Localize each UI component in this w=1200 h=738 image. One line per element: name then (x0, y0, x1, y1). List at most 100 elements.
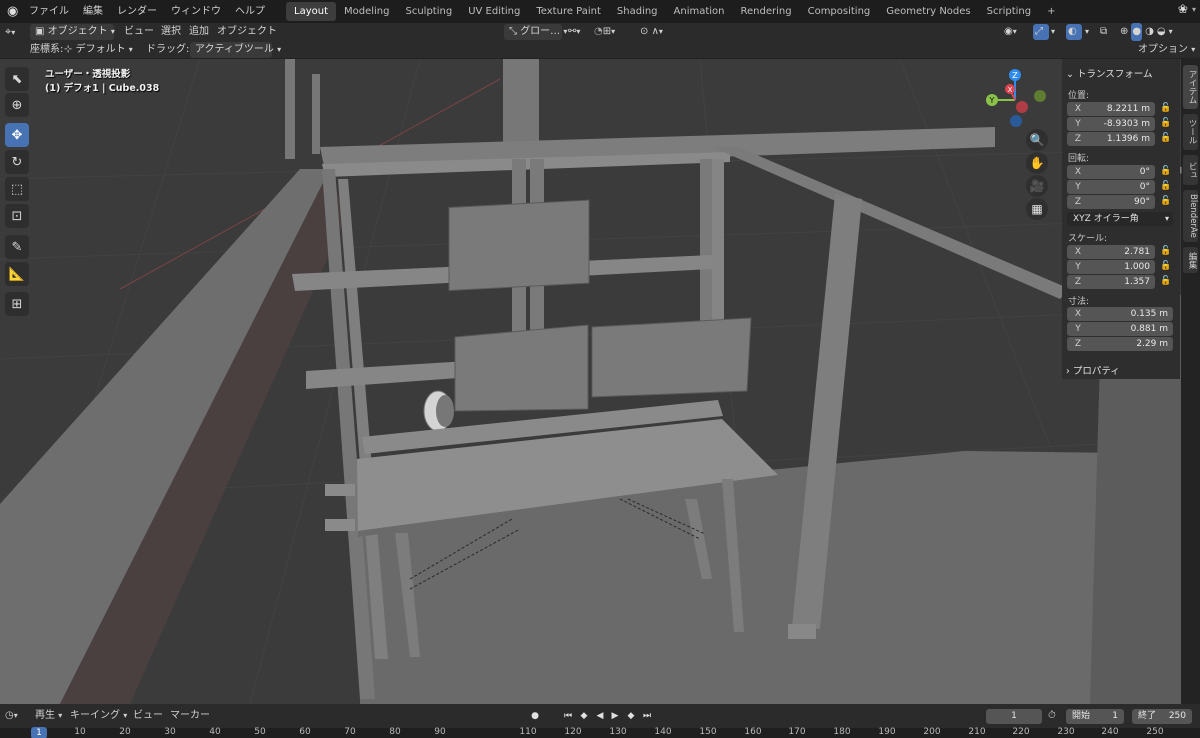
transform-tool[interactable]: ⊡ (5, 204, 29, 228)
options-dropdown[interactable]: オプション ▾ (1138, 41, 1195, 59)
lock-icon[interactable]: 🔓 (1160, 276, 1172, 288)
jump-end-button[interactable]: ⏭ (640, 710, 654, 723)
coordinate-system-dropdown[interactable]: ⊹ デフォルト ▾ (64, 41, 133, 59)
tab-scripting[interactable]: Scripting (979, 2, 1039, 21)
tab-view[interactable]: ビュー (1175, 155, 1198, 185)
rotation-x-field[interactable]: X 0° (1067, 165, 1155, 179)
menu-view[interactable]: ビュー (124, 23, 154, 41)
frame-ruler[interactable]: 1 10 20 30 40 50 60 70 80 90 110 120 130… (0, 727, 1200, 738)
chevron-down-icon[interactable]: ▾ (1169, 23, 1173, 41)
location-z-field[interactable]: Z 1.1396 m (1067, 132, 1155, 146)
navigation-gizmo[interactable]: Z Y X (980, 67, 1050, 129)
marker-menu[interactable]: マーカー (170, 704, 210, 728)
properties-section-header[interactable]: › プロパティ (1066, 363, 1120, 377)
record-button[interactable]: ● (528, 710, 542, 723)
zoom-button[interactable]: 🔍 (1026, 129, 1048, 151)
mode-selector[interactable]: ▣ オブジェクト ▾ (30, 24, 115, 40)
tab-sculpting[interactable]: Sculpting (398, 2, 461, 21)
prev-keyframe-button[interactable]: ◆ (577, 710, 591, 723)
material-shading-icon[interactable]: ◑ (1145, 23, 1154, 41)
lock-icon[interactable]: 🔓 (1160, 118, 1172, 130)
scale-x-field[interactable]: X 2.781 (1067, 245, 1155, 259)
end-frame-field[interactable]: 終了 250 (1132, 709, 1192, 724)
transform-orientation-selector[interactable]: ⤡ グロー… ▾ (504, 24, 567, 40)
timeline-editor-button[interactable]: ◷▾ (5, 704, 18, 728)
drag-dropdown[interactable]: アクティブツール ▾ (190, 42, 281, 58)
tab-texture-paint[interactable]: Texture Paint (528, 2, 609, 21)
next-keyframe-button[interactable]: ◆ (624, 710, 638, 723)
dimensions-z-field[interactable]: Z 2.29 m (1067, 337, 1173, 351)
jump-start-button[interactable]: ⏮ (561, 710, 575, 723)
menu-help[interactable]: ヘルプ (228, 0, 272, 23)
rotation-mode-dropdown[interactable]: XYZ オイラー角 ▾ (1067, 212, 1173, 226)
tab-layout[interactable]: Layout (286, 2, 336, 21)
dimensions-x-field[interactable]: X 0.135 m (1067, 307, 1173, 321)
lock-icon[interactable]: 🔓 (1160, 133, 1172, 145)
lock-icon[interactable]: 🔓 (1160, 103, 1172, 115)
play-reverse-button[interactable]: ◀ (593, 710, 607, 723)
keying-menu[interactable]: キーイング ▾ (70, 704, 127, 728)
menu-object[interactable]: オブジェクト (217, 23, 277, 41)
playback-menu[interactable]: 再生 ▾ (35, 704, 62, 728)
current-frame-field[interactable]: 1 (986, 709, 1042, 724)
visibility-button[interactable]: ◉▾ (1004, 23, 1017, 41)
tab-animation[interactable]: Animation (666, 2, 733, 21)
wireframe-shading-icon[interactable]: ⊕ (1120, 23, 1128, 41)
proportional-editing-button[interactable]: ⊙ ∧▾ (640, 23, 663, 41)
start-frame-field[interactable]: 開始 1 (1066, 709, 1124, 724)
scene-selector[interactable]: ❀ ▾ (1178, 2, 1196, 16)
scale-y-field[interactable]: Y 1.000 (1067, 260, 1155, 274)
add-workspace-button[interactable]: + (1039, 2, 1063, 21)
select-box-tool[interactable]: ⬉ (5, 67, 29, 91)
gizmo-neg-x[interactable] (1016, 101, 1028, 113)
solid-shading-icon[interactable]: ● (1131, 23, 1143, 41)
tab-compositing[interactable]: Compositing (800, 2, 879, 21)
transform-section-header[interactable]: ⌄ トランスフォーム (1066, 66, 1153, 80)
tab-edit[interactable]: 編集 (1183, 247, 1198, 273)
dimensions-y-field[interactable]: Y 0.881 m (1067, 322, 1173, 336)
current-frame-indicator[interactable]: 1 (31, 727, 47, 738)
blender-logo-icon[interactable]: ◉ (0, 0, 22, 23)
snap-button[interactable]: ◔⊞▾ (594, 23, 615, 41)
gizmo-menu-chevron-icon[interactable]: ▾ (1051, 23, 1055, 41)
menu-add[interactable]: 追加 (189, 23, 209, 41)
tab-rendering[interactable]: Rendering (733, 2, 800, 21)
tab-blenderae[interactable]: BlenderAe (1183, 190, 1198, 242)
menu-file[interactable]: ファイル (22, 0, 76, 23)
move-tool[interactable]: ✥ (5, 123, 29, 147)
play-button[interactable]: ▶ (608, 710, 622, 723)
gizmo-neg-z[interactable] (1010, 115, 1022, 127)
add-cube-tool[interactable]: ⊞ (5, 292, 29, 316)
rotation-y-field[interactable]: Y 0° (1067, 180, 1155, 194)
menu-edit[interactable]: 編集 (76, 0, 110, 23)
perspective-toggle-button[interactable]: ▦ (1026, 198, 1048, 220)
lock-icon[interactable]: 🔓 (1160, 196, 1172, 208)
overlays-toggle-button[interactable]: ◐ (1066, 24, 1082, 40)
tab-item[interactable]: アイテム (1183, 65, 1198, 109)
3d-viewport[interactable]: ユーザー・透視投影 (1) デフォ1 | Cube.038 ⬉ ⊕ ✥ ↻ ⬚ … (0, 59, 1200, 704)
lock-icon[interactable]: 🔓 (1160, 166, 1172, 178)
rotate-tool[interactable]: ↻ (5, 150, 29, 174)
menu-render[interactable]: レンダー (110, 0, 164, 23)
menu-select[interactable]: 選択 (161, 23, 181, 41)
editor-type-button[interactable]: ⌖▾ (5, 23, 15, 41)
tab-modeling[interactable]: Modeling (336, 2, 398, 21)
location-y-field[interactable]: Y -8.9303 m (1067, 117, 1155, 131)
stopwatch-icon[interactable]: ⏱ (1048, 704, 1056, 728)
pan-button[interactable]: ✋ (1026, 152, 1048, 174)
location-x-field[interactable]: X 8.2211 m (1067, 102, 1155, 116)
measure-tool[interactable]: 📐 (5, 262, 29, 286)
rendered-shading-icon[interactable]: ◒ (1157, 23, 1166, 41)
lock-icon[interactable]: 🔓 (1160, 246, 1172, 258)
camera-view-button[interactable]: 🎥 (1026, 175, 1048, 197)
tab-tool[interactable]: ツール (1183, 114, 1198, 150)
xray-toggle-button[interactable]: ⧉ (1100, 23, 1107, 41)
tab-shading[interactable]: Shading (609, 2, 666, 21)
annotate-tool[interactable]: ✎ (5, 235, 29, 259)
tab-uv-editing[interactable]: UV Editing (460, 2, 528, 21)
view-menu[interactable]: ビュー (133, 704, 163, 728)
cursor-tool[interactable]: ⊕ (5, 93, 29, 117)
pivot-point-button[interactable]: ⚯▾ (568, 23, 580, 41)
gizmo-neg-y[interactable] (1034, 90, 1046, 102)
scale-z-field[interactable]: Z 1.357 (1067, 275, 1155, 289)
